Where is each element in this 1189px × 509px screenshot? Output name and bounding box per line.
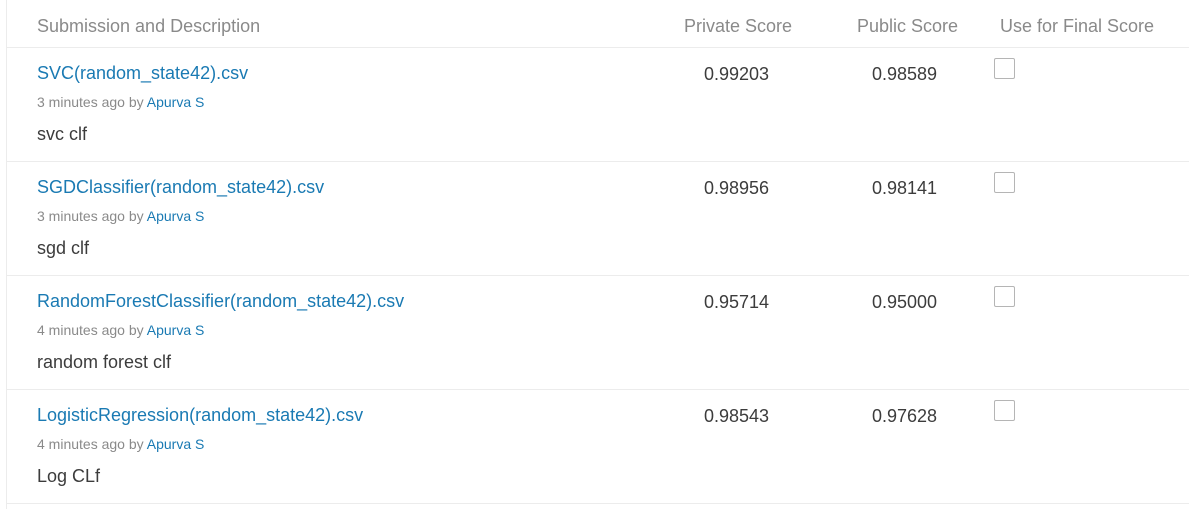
use-for-final-score-checkbox[interactable] bbox=[994, 58, 1015, 79]
submission-author-link[interactable]: Apurva S bbox=[147, 322, 205, 338]
submission-row: LogisticRegression(random_state42).csv 4… bbox=[7, 390, 1189, 504]
table-header: Submission and Description Private Score… bbox=[7, 0, 1189, 48]
public-score-value: 0.97628 bbox=[872, 406, 938, 426]
submission-description: sgd clf bbox=[37, 238, 90, 258]
submission-description: svc clf bbox=[37, 124, 88, 144]
submission-meta: 3 minutes ago by Apurva S bbox=[37, 208, 204, 224]
submission-meta: 4 minutes ago by Apurva S bbox=[37, 436, 204, 452]
submission-by: by bbox=[128, 94, 144, 110]
submission-file-link[interactable]: LogisticRegression(random_state42).csv bbox=[37, 405, 363, 426]
submissions-table: Submission and Description Private Score… bbox=[6, 0, 1189, 509]
submission-file-link[interactable]: RandomForestClassifier(random_state42).c… bbox=[37, 291, 404, 312]
private-score-value: 0.95714 bbox=[704, 292, 770, 312]
submission-description: random forest clf bbox=[37, 352, 172, 372]
public-score-value: 0.98141 bbox=[872, 178, 938, 198]
private-score-value: 0.99203 bbox=[704, 64, 770, 84]
submission-author-link[interactable]: Apurva S bbox=[147, 436, 205, 452]
header-description: Submission and Description bbox=[37, 16, 261, 36]
submission-by: by bbox=[128, 322, 144, 338]
header-private-score: Private Score bbox=[684, 16, 793, 36]
submission-meta: 3 minutes ago by Apurva S bbox=[37, 94, 204, 110]
header-public-score: Public Score bbox=[857, 16, 959, 36]
private-score-value: 0.98543 bbox=[704, 406, 770, 426]
submission-file-link[interactable]: SVC(random_state42).csv bbox=[37, 63, 248, 84]
submission-by: by bbox=[128, 436, 144, 452]
use-for-final-score-checkbox[interactable] bbox=[994, 286, 1015, 307]
submission-description: Log CLf bbox=[37, 466, 101, 486]
submission-time: 4 minutes ago bbox=[37, 436, 125, 452]
submission-author-link[interactable]: Apurva S bbox=[147, 94, 205, 110]
submission-row: RandomForestClassifier(random_state42).c… bbox=[7, 276, 1189, 390]
submission-row: SVC(random_state42).csv 3 minutes ago by… bbox=[7, 48, 1189, 162]
submission-row: SGDClassifier(random_state42).csv 3 minu… bbox=[7, 162, 1189, 276]
submission-by: by bbox=[128, 208, 144, 224]
public-score-value: 0.95000 bbox=[872, 292, 938, 312]
submission-time: 3 minutes ago bbox=[37, 94, 125, 110]
submission-time: 3 minutes ago bbox=[37, 208, 125, 224]
use-for-final-score-checkbox[interactable] bbox=[994, 172, 1015, 193]
header-use-for-final-score: Use for Final Score bbox=[1000, 16, 1155, 36]
submission-file-link[interactable]: SGDClassifier(random_state42).csv bbox=[37, 177, 324, 198]
submission-meta: 4 minutes ago by Apurva S bbox=[37, 322, 204, 338]
public-score-value: 0.98589 bbox=[872, 64, 938, 84]
private-score-value: 0.98956 bbox=[704, 178, 770, 198]
use-for-final-score-checkbox[interactable] bbox=[994, 400, 1015, 421]
submission-time: 4 minutes ago bbox=[37, 322, 125, 338]
submission-author-link[interactable]: Apurva S bbox=[147, 208, 205, 224]
